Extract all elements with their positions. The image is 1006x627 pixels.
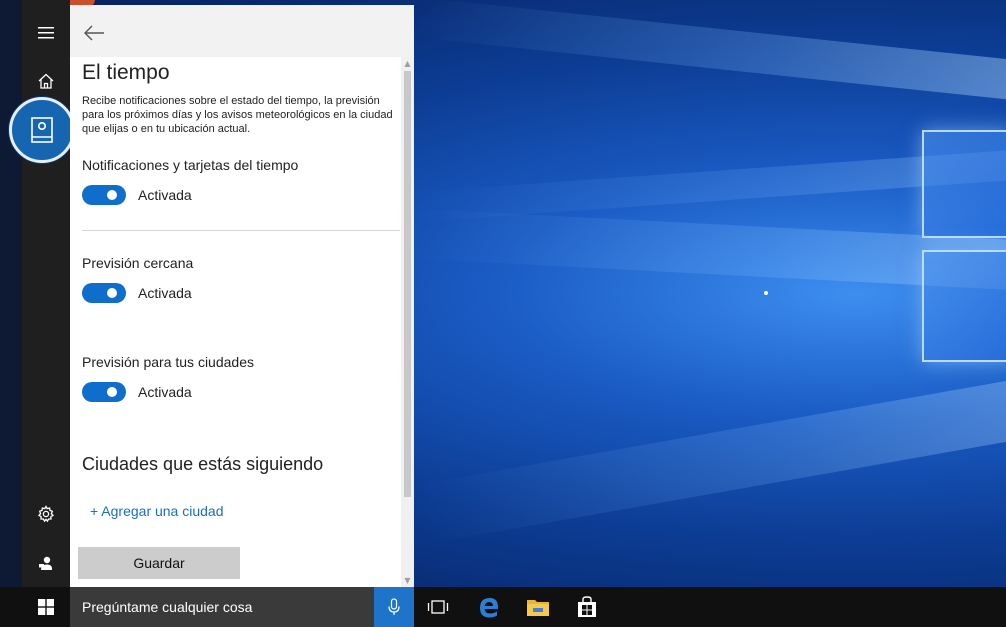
toggle-city-forecast[interactable] [82,382,126,402]
back-arrow-icon[interactable] [80,19,108,47]
scroll-thumb[interactable] [404,71,411,497]
page-title: El tiempo [82,61,170,84]
toggle-row-notifications: Activada [82,185,192,205]
home-icon[interactable] [22,61,70,101]
add-city-link[interactable]: + Agregar una ciudad [90,503,224,519]
edge-icon[interactable] [465,587,513,627]
windows-logo-pane-top [922,130,1006,238]
store-icon[interactable] [563,587,611,627]
toggle-state-label: Activada [138,187,192,203]
scrollbar[interactable]: ▲ ▼ [401,57,414,587]
setting-label-nearby-forecast: Previsión cercana [82,255,194,271]
feedback-icon[interactable] [22,543,70,583]
toggle-nearby-forecast[interactable] [82,283,126,303]
windows-logo-pane-bottom [922,250,1006,362]
notebook-icon[interactable] [9,97,75,163]
windows-icon[interactable] [22,587,70,627]
taskbar: Pregúntame cualquier cosa [0,587,1006,627]
task-view-icon[interactable] [414,587,462,627]
save-button[interactable]: Guardar [78,547,240,579]
file-explorer-icon[interactable] [514,587,562,627]
toggle-notifications[interactable] [82,185,126,205]
setting-label-notifications: Notificaciones y tarjetas del tiempo [82,157,299,173]
mouse-pointer [764,291,768,295]
scroll-up-icon[interactable]: ▲ [403,59,412,68]
page-description: Recibe notificaciones sobre el estado de… [82,95,393,135]
search-input[interactable]: Pregúntame cualquier cosa [70,587,374,627]
weather-settings-panel: El tiempo Recibe notificaciones sobre el… [70,5,414,587]
microphone-icon[interactable] [374,587,414,627]
gear-icon[interactable] [22,494,70,534]
cities-heading: Ciudades que estás siguiendo [82,454,324,474]
toggle-state-label: Activada [138,285,192,301]
divider [82,230,400,231]
toggle-row-nearby-forecast: Activada [82,283,192,303]
desktop-edge [0,0,22,627]
panel-header [70,5,414,57]
hamburger-icon[interactable] [22,13,70,53]
toggle-state-label: Activada [138,384,192,400]
setting-label-city-forecast: Previsión para tus ciudades [82,354,254,370]
scroll-down-icon[interactable]: ▼ [403,576,412,585]
cortana-rail [22,0,70,587]
toggle-row-city-forecast: Activada [82,382,192,402]
